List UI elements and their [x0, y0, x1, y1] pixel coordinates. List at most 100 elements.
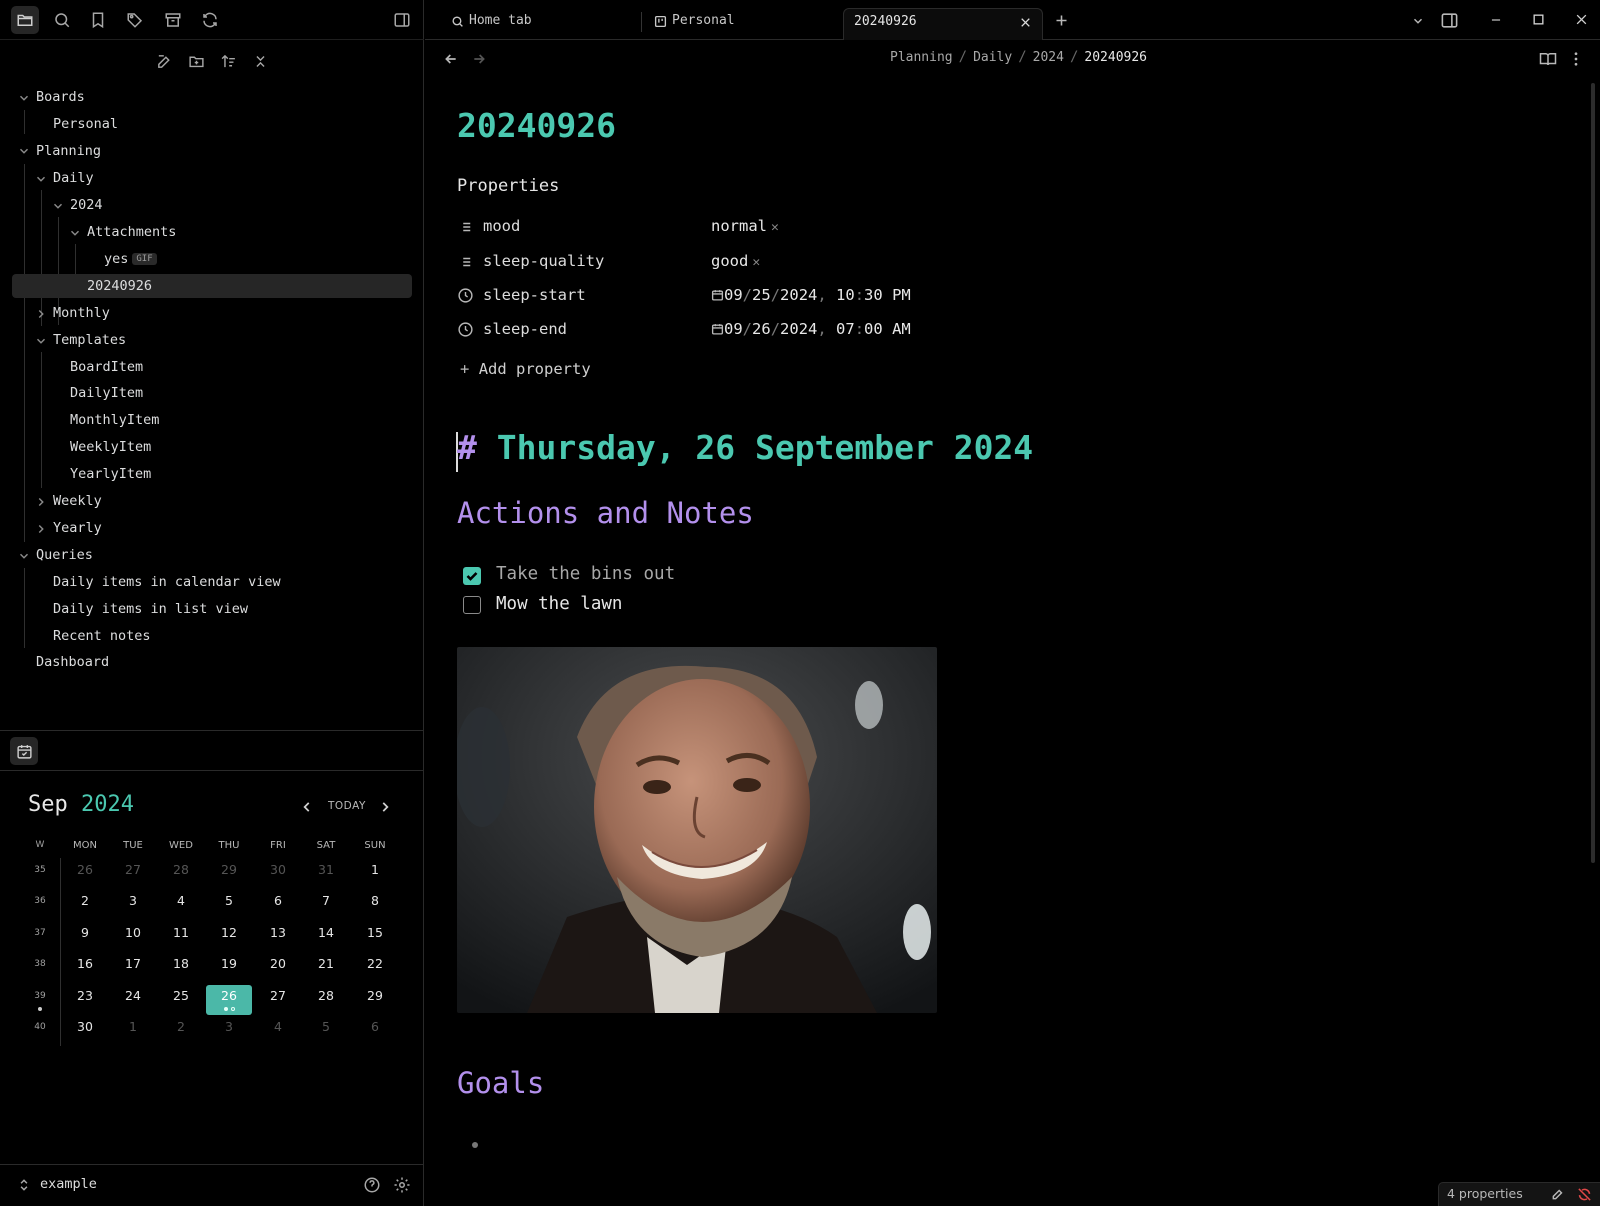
breadcrumb-planning[interactable]: Planning [890, 50, 953, 65]
chevron-right-icon[interactable] [378, 799, 392, 815]
chevron-left-icon[interactable] [300, 799, 314, 815]
forward-arrow-icon[interactable] [471, 51, 487, 67]
heading-actions-and-notes[interactable]: Actions and Notes [457, 496, 754, 530]
breadcrumb-2024[interactable]: 2024 [1033, 50, 1064, 65]
new-note-icon[interactable] [150, 47, 178, 75]
chevron-right-icon[interactable] [34, 522, 48, 536]
calendar-day[interactable]: 21 [303, 953, 349, 983]
property-key[interactable]: sleep-start [483, 286, 586, 304]
calendar-day[interactable]: 3 [110, 890, 156, 920]
close-icon[interactable] [1019, 16, 1032, 29]
calendar-day[interactable]: 9 [62, 922, 108, 952]
week-number[interactable]: 35 [25, 865, 55, 875]
property-sleep-end[interactable]: sleep-end 09/26/2024, 07:00 AM [457, 315, 1057, 345]
properties-heading[interactable]: Properties [457, 176, 559, 196]
calendar-day[interactable]: 7 [303, 890, 349, 920]
property-sleep-start[interactable]: sleep-start 09/25/2024, 10:30 PM [457, 281, 1057, 311]
calendar-day[interactable]: 5 [303, 1016, 349, 1046]
more-options-icon[interactable] [1567, 50, 1585, 68]
chevron-down-icon[interactable] [17, 144, 31, 158]
file-monthlyitem[interactable]: MonthlyItem [70, 408, 159, 432]
chevron-down-icon[interactable] [68, 226, 82, 240]
tab-list-chevron-icon[interactable] [1411, 14, 1425, 28]
list-bullet[interactable] [472, 1142, 478, 1148]
calendar-day[interactable]: 6 [352, 1016, 398, 1046]
calendar-day[interactable]: 26 [62, 859, 108, 889]
note-title[interactable]: 20240926 [457, 106, 616, 145]
minimize-icon[interactable] [1489, 13, 1503, 27]
embedded-gif-image[interactable] [457, 647, 937, 1013]
breadcrumb-daily[interactable]: Daily [973, 50, 1012, 65]
calendar-day[interactable]: 10 [110, 922, 156, 952]
calendar-check-icon[interactable] [10, 737, 38, 765]
file-dashboard[interactable]: Dashboard [36, 650, 109, 674]
calendar-day[interactable]: 12 [206, 922, 252, 952]
file-yearlyitem[interactable]: YearlyItem [70, 462, 151, 486]
folder-monthly[interactable]: Monthly [53, 301, 110, 325]
calendar-day[interactable]: 22 [352, 953, 398, 983]
folder-yearly[interactable]: Yearly [53, 516, 102, 540]
property-value[interactable]: normal ✕ [711, 217, 779, 235]
add-property-button[interactable]: + Add property [460, 360, 591, 378]
week-number[interactable]: 40 [25, 1022, 55, 1032]
reading-view-book-icon[interactable] [1539, 50, 1557, 68]
file-boarditem[interactable]: BoardItem [70, 355, 143, 379]
week-number[interactable]: 39 [25, 991, 55, 1001]
calendar-day[interactable]: 6 [255, 890, 301, 920]
calendar-day[interactable]: 2 [158, 1016, 204, 1046]
folder-boards[interactable]: Boards [36, 85, 85, 109]
folder-queries[interactable]: Queries [36, 543, 93, 567]
chevron-right-icon[interactable] [34, 495, 48, 509]
calendar-today-button[interactable]: TODAY [328, 800, 366, 812]
back-arrow-icon[interactable] [443, 51, 459, 67]
chevron-down-icon[interactable] [51, 199, 65, 213]
calendar-day[interactable]: 17 [110, 953, 156, 983]
week-number[interactable]: 38 [25, 959, 55, 969]
calendar-icon[interactable] [711, 288, 724, 302]
property-key[interactable]: sleep-end [483, 320, 567, 338]
task-text[interactable]: Mow the lawn [496, 594, 622, 614]
folder-weekly[interactable]: Weekly [53, 489, 102, 513]
datetime-input[interactable]: 09/25/2024, 10:30 PM [711, 286, 911, 304]
property-sleep-quality[interactable]: sleep-quality good ✕ [457, 247, 1057, 277]
file-weeklyitem[interactable]: WeeklyItem [70, 435, 151, 459]
folder-templates[interactable]: Templates [53, 328, 126, 352]
calendar-day[interactable]: 19 [206, 953, 252, 983]
folder-planning[interactable]: Planning [36, 139, 101, 163]
pane-divider[interactable] [0, 730, 424, 731]
calendar-day[interactable]: 15 [352, 922, 398, 952]
week-number[interactable]: 36 [25, 896, 55, 906]
folder-icon[interactable] [11, 6, 39, 34]
task-text-done[interactable]: Take the bins out [496, 564, 675, 584]
file-20240926[interactable]: 20240926 [12, 274, 412, 298]
chevron-right-icon[interactable] [34, 307, 48, 321]
calendar-day[interactable]: 4 [255, 1016, 301, 1046]
calendar-day[interactable]: 18 [158, 953, 204, 983]
collapse-all-icon[interactable] [246, 47, 274, 75]
task-checkbox-unchecked[interactable] [463, 596, 481, 614]
file-dailyitem[interactable]: DailyItem [70, 381, 143, 405]
file-daily-calendar-query[interactable]: Daily items in calendar view [53, 570, 281, 594]
calendar-day[interactable]: 2 [62, 890, 108, 920]
remove-value-icon[interactable]: ✕ [771, 220, 779, 235]
calendar-day[interactable]: 29 [352, 985, 398, 1015]
chevron-down-icon[interactable] [34, 334, 48, 348]
calendar-day[interactable]: 23 [62, 985, 108, 1015]
tab-home[interactable]: Home tab [451, 8, 532, 40]
maximize-icon[interactable] [1532, 13, 1545, 26]
sort-icon[interactable] [214, 47, 242, 75]
heading-goals[interactable]: Goals [457, 1066, 544, 1100]
sync-disabled-icon[interactable] [1577, 1187, 1592, 1202]
calendar-day[interactable]: 27 [110, 859, 156, 889]
calendar-day[interactable]: 16 [62, 953, 108, 983]
property-value[interactable]: good ✕ [711, 252, 760, 270]
chevrons-up-down-icon[interactable] [17, 1176, 31, 1194]
week-number[interactable]: 37 [25, 928, 55, 938]
file-recent-notes[interactable]: Recent notes [53, 624, 151, 648]
chevron-down-icon[interactable] [17, 91, 31, 105]
calendar-day[interactable]: 25 [158, 985, 204, 1015]
calendar-day[interactable]: 31 [303, 859, 349, 889]
calendar-icon[interactable] [711, 322, 724, 336]
help-icon[interactable] [363, 1176, 381, 1194]
chevron-down-icon[interactable] [34, 172, 48, 186]
